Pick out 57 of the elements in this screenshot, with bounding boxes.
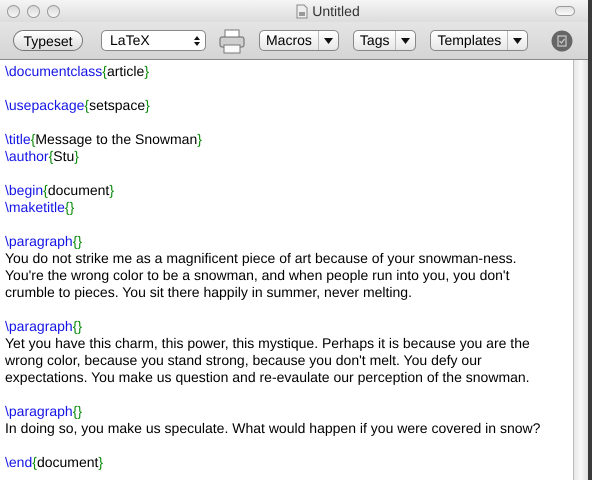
close-button[interactable]: [7, 4, 20, 18]
brace: }: [197, 131, 202, 147]
printer-icon[interactable]: [219, 28, 245, 54]
document-icon: [295, 4, 310, 18]
zoom-button[interactable]: [47, 4, 60, 18]
source-text: Stu: [53, 148, 74, 164]
brace: {: [84, 97, 90, 113]
dropdown-arrow-icon: [513, 38, 522, 44]
latex-command: \usepackage: [5, 97, 84, 113]
brace: {: [48, 148, 54, 164]
source-text: document: [48, 182, 110, 198]
status-icon[interactable]: [551, 30, 573, 52]
source-text: Yet you have this charm, this power, this mystique. Perhaps it is because you are the: [5, 335, 530, 351]
up-down-arrows-icon: [193, 34, 201, 46]
brace: {}: [72, 403, 82, 419]
scroll-bar[interactable]: [573, 60, 588, 480]
toolbar-toggle-button[interactable]: [555, 6, 575, 16]
brace: }: [98, 454, 104, 470]
menu-popup[interactable]: Macros: [259, 30, 339, 51]
brace: {}: [72, 318, 82, 334]
engine-popup[interactable]: LaTeX: [101, 30, 206, 51]
brace: {}: [64, 199, 74, 215]
latex-command: \maketitle: [5, 199, 65, 215]
source-text: In doing so, you make us speculate. What would happen if you were covered in snow?: [5, 420, 540, 436]
source-text: setspace: [89, 97, 146, 113]
source-text: Message to the Snowman: [35, 131, 198, 147]
latex-command: \begin: [5, 182, 44, 198]
dropdown-arrow-icon: [324, 38, 333, 44]
brace: }: [74, 148, 79, 164]
dropdown-arrow-icon: [401, 38, 410, 44]
brace: {}: [72, 233, 82, 249]
source-text: crumble to pieces. You sit there happily in summer, never melting.: [5, 284, 412, 300]
source-text: article: [106, 63, 144, 79]
menu-popup[interactable]: Tags: [352, 30, 416, 51]
source-text: expectations. You make us question and re-evaulate our perception of the snowman.: [5, 369, 530, 385]
source-text: You do not strike me as a magnificent piece of art because of your snowman-ness.: [5, 250, 517, 266]
source-text: You're the wrong color to be a snowman, and when people run into you, you don't: [5, 267, 510, 283]
menu-popup[interactable]: Templates: [430, 30, 528, 51]
latex-command: \documentclass: [5, 63, 102, 79]
latex-command: \paragraph: [5, 233, 73, 249]
latex-command: \title: [5, 131, 31, 147]
brace: }: [145, 97, 150, 113]
source-text: wrong color, because you stand strong, because you don't melt. You defy our: [5, 352, 482, 368]
window-title: Untitled: [312, 2, 360, 20]
source-text: document: [36, 454, 98, 470]
brace: {: [30, 131, 36, 147]
latex-command: \end: [5, 454, 32, 470]
brace: {: [32, 454, 37, 470]
typeset-button[interactable]: Typeset: [13, 30, 83, 51]
brace: }: [144, 63, 150, 79]
minimize-button[interactable]: [27, 4, 40, 18]
latex-command: \paragraph: [5, 403, 73, 419]
latex-command: \paragraph: [5, 318, 73, 334]
brace: {: [43, 182, 48, 198]
brace: }: [109, 182, 114, 198]
brace: {: [102, 63, 107, 79]
latex-command: \author: [5, 148, 49, 164]
